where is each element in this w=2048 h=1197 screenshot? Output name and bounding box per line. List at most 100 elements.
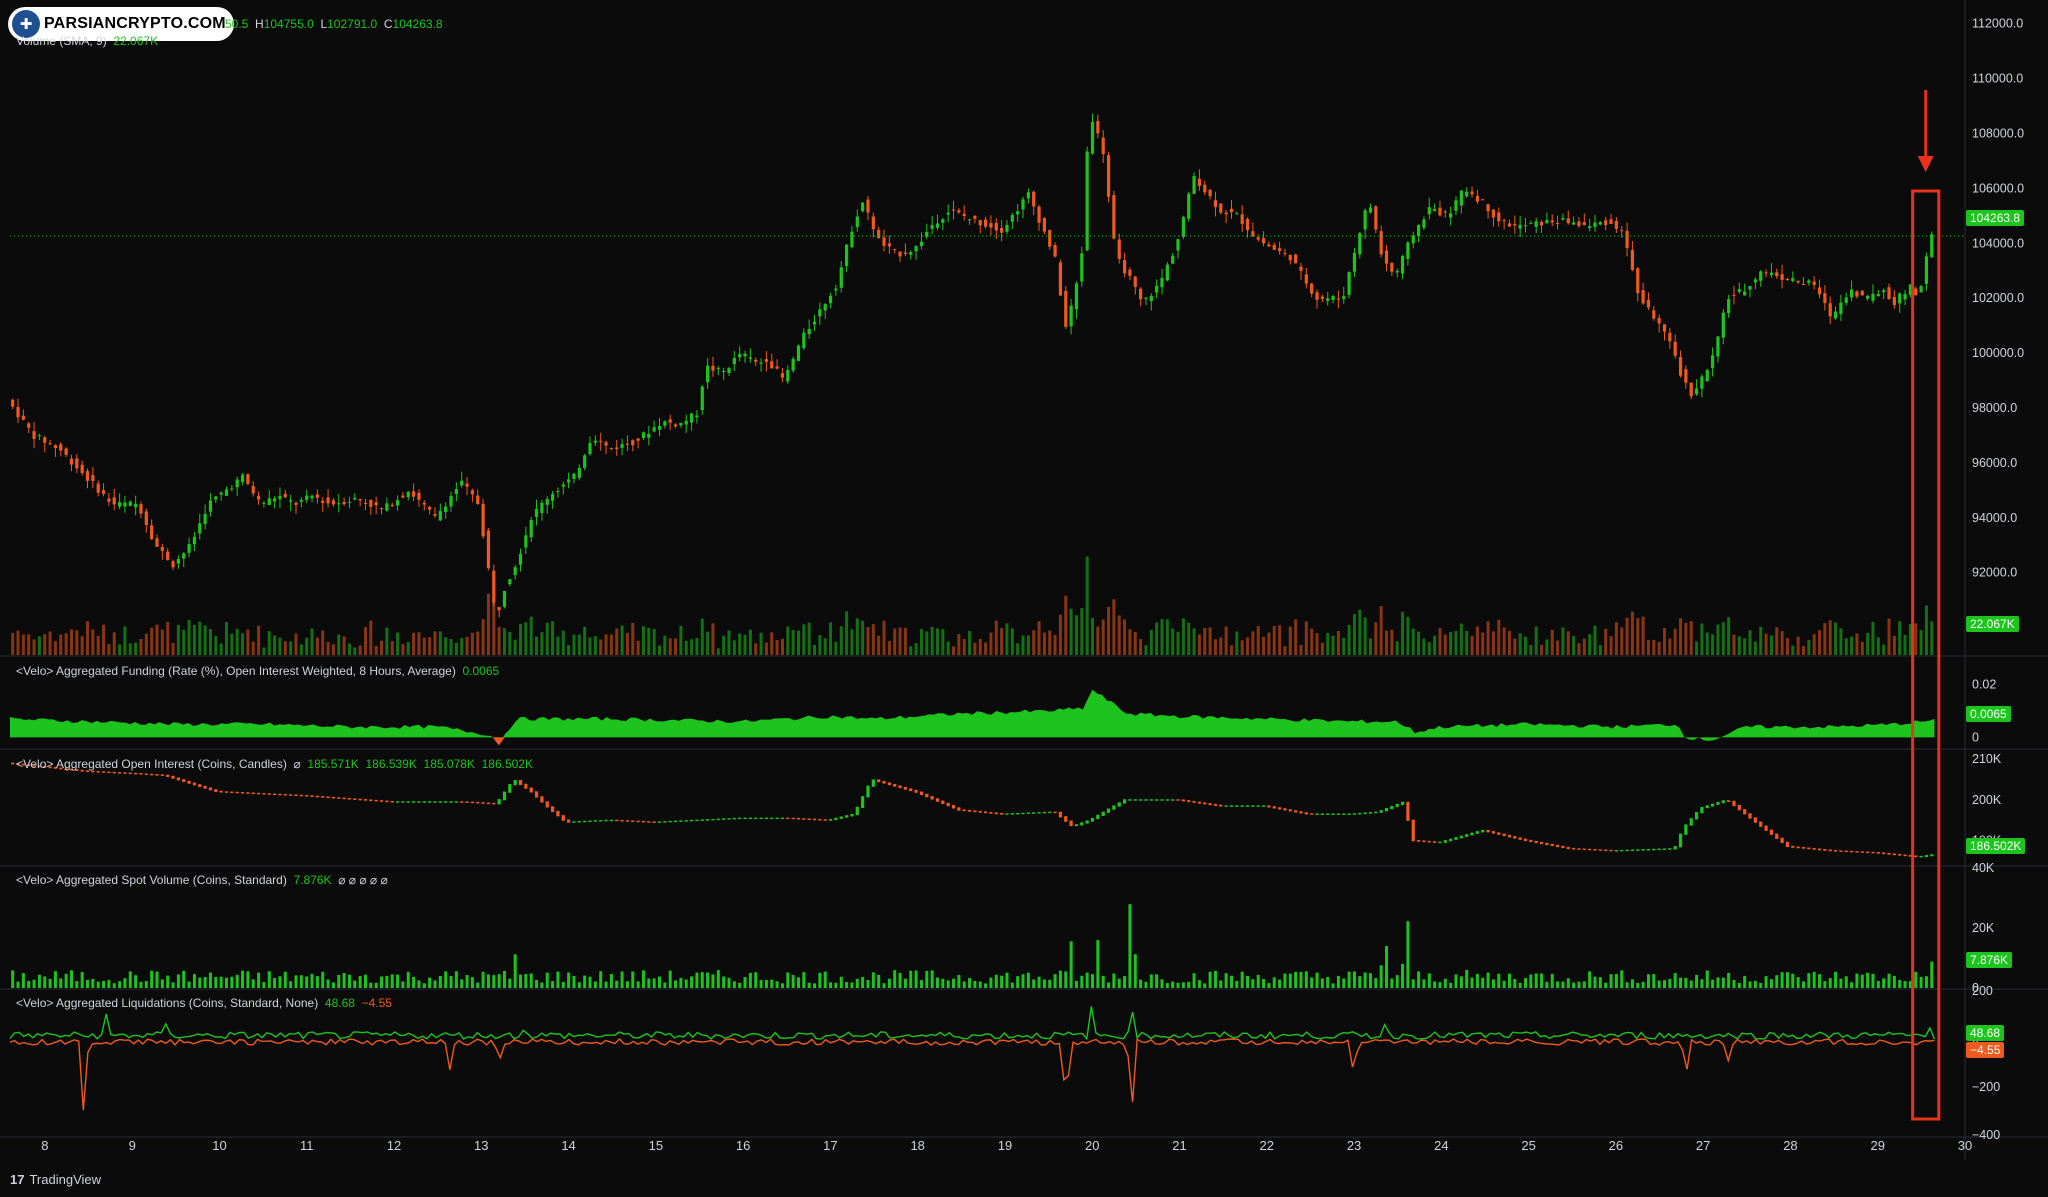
candle-body xyxy=(1069,305,1073,327)
candle-body xyxy=(1433,209,1437,212)
spot-volume-bar xyxy=(438,975,442,988)
candle-body xyxy=(1449,213,1453,218)
candle-body xyxy=(1689,382,1693,397)
oi-candle xyxy=(1294,810,1298,813)
oi-candle xyxy=(1267,805,1271,808)
candle-body xyxy=(796,345,801,361)
spot-volume-bar xyxy=(1839,978,1843,988)
oi-candle xyxy=(647,821,651,823)
oi-candle xyxy=(732,817,736,820)
spot-volume-bar xyxy=(1759,983,1763,988)
oi-candle xyxy=(855,806,859,816)
candle-body xyxy=(1716,336,1720,357)
spot-volume-bar xyxy=(353,980,357,988)
spot-volume-bar xyxy=(941,978,945,988)
oi-candle xyxy=(1454,837,1458,840)
spot-volume-bar xyxy=(1540,973,1544,988)
x-axis-tick: 12 xyxy=(387,1138,401,1153)
oi-candle xyxy=(1636,849,1640,851)
volume-bar xyxy=(529,616,533,655)
spot-volume-bar xyxy=(588,976,592,988)
oi-candle xyxy=(1507,834,1512,838)
volume-bar xyxy=(396,632,400,655)
volume-bar xyxy=(1267,632,1271,655)
candle-body xyxy=(112,497,116,505)
volume-bar xyxy=(1144,645,1148,655)
volume-bar xyxy=(1486,621,1490,655)
oi-candle xyxy=(615,819,619,822)
spot-volume-bar xyxy=(1107,982,1111,988)
spot-volume-bar xyxy=(722,976,726,988)
candle-body xyxy=(668,419,672,423)
spot-volume-bar xyxy=(1882,978,1886,988)
spot-volume-bar xyxy=(818,972,822,988)
volume-bar xyxy=(679,625,683,655)
spot-volume-bar xyxy=(1379,965,1383,988)
candle-body xyxy=(219,492,223,495)
candle-body xyxy=(1326,298,1330,301)
oi-candle xyxy=(1181,799,1185,802)
volume-bar xyxy=(1465,630,1469,655)
spot-volume-bar xyxy=(337,975,341,988)
oi-candle xyxy=(524,783,528,789)
oi-candle xyxy=(1678,833,1683,848)
spot-volume-bar xyxy=(1096,940,1100,988)
volume-bar xyxy=(925,631,929,655)
candle-body xyxy=(1614,221,1618,229)
candle-body xyxy=(1267,244,1271,247)
candle-body xyxy=(1721,312,1725,338)
volume-bar xyxy=(166,621,170,655)
oi-candle xyxy=(395,801,400,803)
volume-bar xyxy=(454,642,458,655)
oi-candle xyxy=(1080,822,1084,826)
volume-bar xyxy=(1769,635,1773,655)
candle-body xyxy=(1235,213,1239,215)
oi-candle xyxy=(898,785,902,789)
spot-volume-bar xyxy=(1080,975,1084,988)
candle-body xyxy=(1320,296,1324,299)
spot-volume-bar xyxy=(775,981,779,988)
candle-body xyxy=(283,493,287,498)
oi-candle xyxy=(107,771,111,774)
volume-bar xyxy=(1662,627,1666,655)
volume-bar xyxy=(428,637,432,655)
candle-body xyxy=(909,252,913,255)
funding-axis-tick: 0 xyxy=(1972,730,1979,744)
oi-candle xyxy=(545,801,549,808)
spot-volume-bar xyxy=(1016,976,1020,988)
volume-bar xyxy=(850,629,854,655)
spot-volume-bar xyxy=(909,970,913,988)
volume-bar xyxy=(1646,639,1650,655)
candle-body xyxy=(1550,220,1554,223)
volume-bar xyxy=(1764,633,1768,655)
candle-body xyxy=(1507,223,1512,227)
oi-candle xyxy=(219,790,223,793)
spot-volume-bar xyxy=(834,982,838,988)
open-value: 50.5 xyxy=(225,17,249,31)
chart-canvas: 112000.0110000.0108000.0106000.0104000.0… xyxy=(0,0,2048,1160)
volume-bar xyxy=(791,630,795,655)
spot-volume-bar xyxy=(1497,973,1501,988)
volume-bar xyxy=(246,629,250,655)
spot-volume-bar xyxy=(444,971,448,988)
spot-volume-bar xyxy=(1529,974,1533,988)
spot-volume-bar xyxy=(1796,977,1800,988)
candle-body xyxy=(727,368,731,374)
spot-volume-bar xyxy=(401,981,405,988)
funding-area-fill xyxy=(10,689,1935,742)
oi-candle xyxy=(1844,850,1848,853)
candle-body xyxy=(1764,272,1768,274)
x-axis-tick: 25 xyxy=(1521,1138,1535,1153)
oi-candle xyxy=(1550,843,1554,847)
x-axis-tick: 19 xyxy=(998,1138,1012,1153)
volume-bar xyxy=(1133,631,1137,655)
oi-value-close: 186.502K xyxy=(481,757,533,771)
candle-body xyxy=(1892,297,1896,306)
volume-bar xyxy=(1892,635,1896,655)
oi-candle xyxy=(444,801,448,803)
volume-bar xyxy=(289,641,293,655)
candle-body xyxy=(160,546,164,551)
volume-bar xyxy=(1443,634,1447,655)
volume-bar xyxy=(1433,635,1437,655)
spot-volume-bar xyxy=(182,970,186,988)
